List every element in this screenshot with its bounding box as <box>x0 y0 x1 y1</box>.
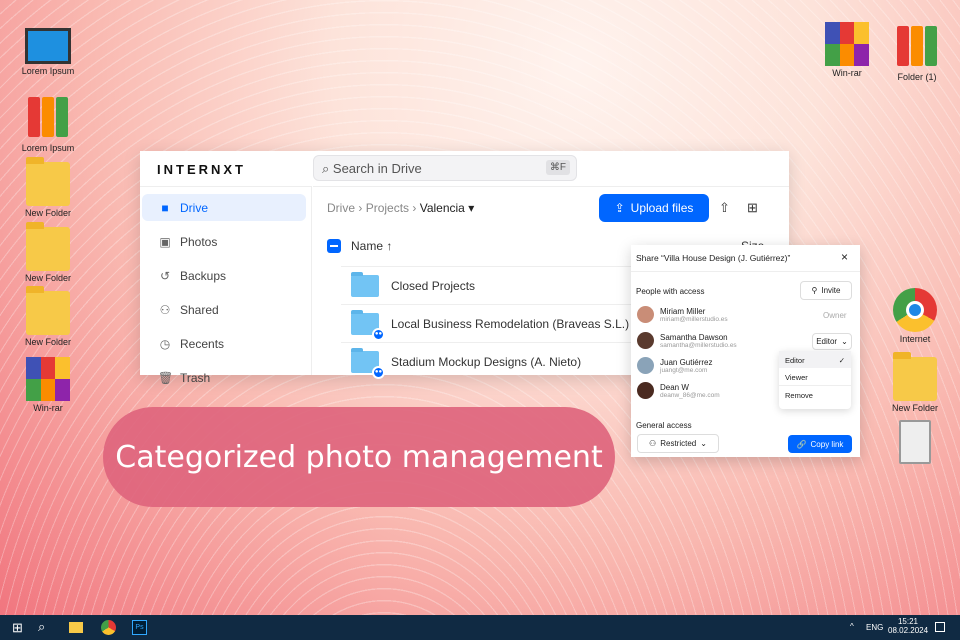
desktop-icon-folder[interactable]: New Folder <box>13 157 83 218</box>
dialog-title: Share “Villa House Design (J. Gutiérrez)… <box>636 253 791 263</box>
breadcrumb-item[interactable]: Projects <box>366 201 409 215</box>
image-icon: ▣ <box>159 234 171 249</box>
search-icon: ⌕ <box>322 161 333 176</box>
restricted-dropdown[interactable]: ⚇ Restricted ⌄ <box>637 434 719 453</box>
binders-icon <box>895 26 939 70</box>
avatar <box>637 332 654 349</box>
tray-chevron-icon[interactable]: ^ <box>850 622 854 631</box>
desktop-icon-folder[interactable]: New Folder <box>880 352 950 413</box>
avatar <box>637 306 654 323</box>
banner: Categorized photo management <box>103 407 615 507</box>
avatar <box>637 382 654 399</box>
folder-icon <box>26 222 70 271</box>
person-row: Juan Gutiérrez juangt@me.com <box>637 357 712 374</box>
photoshop-icon[interactable]: Ps <box>132 620 147 635</box>
menu-item-viewer[interactable]: Viewer <box>779 368 851 385</box>
desktop-icon-folder[interactable]: New Folder <box>13 286 83 347</box>
chrome-icon <box>893 288 937 332</box>
chrome-icon[interactable] <box>101 620 116 635</box>
name-column-header[interactable]: Name ↑ <box>351 239 392 253</box>
users-icon: ⚇ <box>159 302 171 317</box>
breadcrumb: Drive › Projects › Valencia ▾ <box>327 201 475 215</box>
desktop-icon-binders[interactable]: Folder (1) <box>882 26 952 82</box>
desktop-icon-binders[interactable]: Lorem Ipsum <box>13 97 83 153</box>
folder-icon <box>351 271 379 297</box>
invite-button[interactable]: ⚲ Invite <box>800 281 852 300</box>
check-icon: ✓ <box>838 356 845 365</box>
desktop-icon-winrar[interactable]: Win-rar <box>13 357 83 413</box>
sidebar-item-trash[interactable]: 🗑 Trash <box>142 364 306 391</box>
users-icon: ⚇ <box>649 439 657 448</box>
table-header: Name ↑ <box>327 239 392 253</box>
language-indicator[interactable]: ENG <box>866 623 883 632</box>
desktop-icon-winrar[interactable]: Win-rar <box>812 22 882 78</box>
sidebar-item-drive[interactable]: ■ Drive <box>142 194 306 221</box>
taskbar: ⊞ ⌕ Ps ^ ENG 15:21 08.02.2024 <box>0 615 960 640</box>
upload-files-button[interactable]: ⇪ Upload files <box>599 194 709 222</box>
binders-icon <box>26 97 70 141</box>
sidebar-item-recents[interactable]: ◷ Recents <box>142 330 306 357</box>
folder-icon <box>26 286 70 335</box>
link-icon: 🔗 <box>796 439 807 449</box>
breadcrumb-item[interactable]: Drive <box>327 201 355 215</box>
desktop-icon-folder[interactable]: New Folder <box>13 222 83 283</box>
avatar <box>637 357 654 374</box>
clock-icon: ◷ <box>159 336 171 351</box>
winrar-icon <box>26 357 70 401</box>
chevron-down-icon: ⌄ <box>841 337 848 346</box>
sidebar-item-photos[interactable]: ▣ Photos <box>142 228 306 255</box>
clock[interactable]: 15:21 08.02.2024 <box>888 617 928 635</box>
folder-icon: ■ <box>161 200 169 215</box>
logo: INTERNXT <box>157 162 246 177</box>
folder-icon <box>893 352 937 401</box>
chevron-down-icon: ⌄ <box>700 439 707 448</box>
desktop-icon-internet[interactable]: Internet <box>880 288 950 344</box>
menu-item-editor[interactable]: Editor ✓ <box>779 351 851 368</box>
caret-down-icon[interactable]: ▾ <box>468 201 474 215</box>
search-icon[interactable]: ⌕ <box>38 619 45 635</box>
file-explorer-icon[interactable] <box>69 622 83 633</box>
search-input[interactable]: ⌕ Search in Drive ⌘F <box>313 155 577 181</box>
menu-item-remove[interactable]: Remove <box>779 385 851 402</box>
person-row: Miriam Miller miriam@millerstudio.es <box>637 306 728 323</box>
folder-icon <box>26 157 70 206</box>
shared-folder-icon: ●● <box>351 309 385 341</box>
computer-icon <box>25 28 71 64</box>
recycle-bin[interactable] <box>880 420 950 466</box>
trash-icon <box>899 420 931 464</box>
owner-label: Owner <box>823 311 847 320</box>
breadcrumb-current[interactable]: Valencia <box>420 201 465 215</box>
desktop-icon-computer[interactable]: Lorem Ipsum <box>13 28 83 76</box>
role-menu: Editor ✓ Viewer Remove <box>779 351 851 409</box>
role-dropdown[interactable]: Editor ⌄ <box>812 333 852 350</box>
person-row: Samantha Dawson samantha@millerstudio.es <box>637 332 737 349</box>
trash-icon: 🗑 <box>158 370 174 385</box>
new-folder-icon[interactable]: ⊞ <box>747 200 758 216</box>
winrar-icon <box>825 22 869 66</box>
upload-icon: ⇪ <box>614 201 625 215</box>
close-icon[interactable]: × <box>841 250 848 264</box>
sidebar: ■ Drive ▣ Photos ↺ Backups ⚇ Shared ◷ Recents… <box>140 186 312 385</box>
shortcut-badge: ⌘F <box>545 160 570 175</box>
history-icon: ↺ <box>159 268 171 283</box>
windows-start-icon[interactable]: ⊞ <box>12 620 23 636</box>
general-access-label: General access <box>636 421 692 430</box>
upload-folder-icon[interactable]: ⇧ <box>719 200 730 216</box>
sidebar-item-backups[interactable]: ↺ Backups <box>142 262 306 289</box>
share-dialog: Share “Villa House Design (J. Gutiérrez)… <box>631 245 860 457</box>
sidebar-item-shared[interactable]: ⚇ Shared <box>142 296 306 323</box>
person-row: Dean Wdeanw_86@me.com <box>637 382 720 399</box>
select-all-checkbox[interactable] <box>327 239 341 253</box>
shared-folder-icon: ●● <box>351 347 385 379</box>
add-user-icon: ⚲ <box>811 286 818 295</box>
notification-icon[interactable] <box>935 622 945 632</box>
people-label: People with access <box>636 287 705 296</box>
copy-link-button[interactable]: 🔗 Copy link <box>788 435 852 453</box>
